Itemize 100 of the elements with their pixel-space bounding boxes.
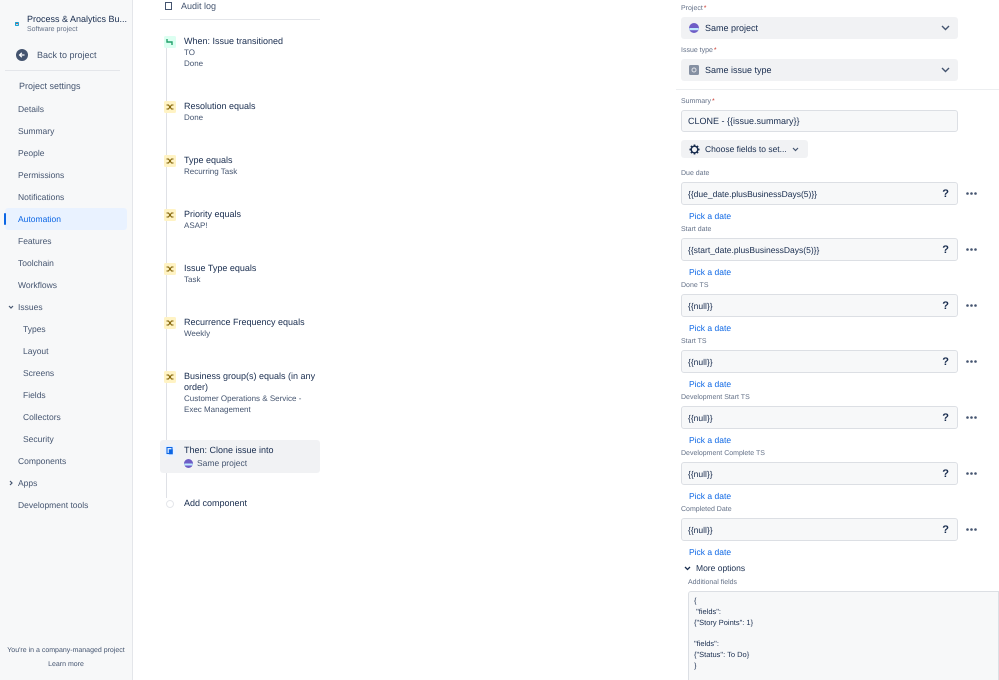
- date-input[interactable]: {{due_date.plusBusinessDays(5)}} ?: [681, 182, 958, 205]
- date-input[interactable]: {{start_date.plusBusinessDays(5)}} ?: [681, 238, 958, 261]
- nav-subitem[interactable]: Collectors: [5, 406, 127, 428]
- nav-item[interactable]: Toolchain: [5, 252, 127, 274]
- more-icon[interactable]: [966, 360, 977, 363]
- date-input[interactable]: {{null}} ?: [681, 294, 958, 317]
- step-title: Type equals: [184, 155, 234, 166]
- summary-input[interactable]: CLONE - {{issue.summary}}: [681, 110, 958, 132]
- more-icon[interactable]: [966, 416, 977, 419]
- chevron-down-icon: [792, 146, 799, 152]
- nav-item[interactable]: Workflows: [5, 274, 127, 296]
- help-icon[interactable]: ?: [942, 188, 949, 200]
- step-title: Resolution equals: [184, 101, 256, 112]
- globe-icon: [689, 23, 699, 33]
- circle-icon: [166, 500, 174, 508]
- chevron-down-icon: [941, 67, 950, 73]
- step-detail: Done: [184, 112, 204, 123]
- pick-a-date-link[interactable]: Pick a date: [689, 547, 732, 559]
- more-options-toggle[interactable]: More options: [684, 563, 999, 573]
- condition-step[interactable]: Priority equals ASAP!: [160, 206, 320, 260]
- trigger-step[interactable]: When: Issue transitioned TO Done: [160, 33, 320, 98]
- step-detail: ASAP!: [184, 220, 209, 231]
- chevron-down-icon: [941, 25, 950, 31]
- shuffle-icon: [164, 317, 176, 329]
- help-icon[interactable]: ?: [942, 524, 949, 536]
- help-icon[interactable]: ?: [942, 468, 949, 480]
- back-arrow-icon: [16, 49, 28, 61]
- nav-item[interactable]: Issues: [5, 296, 127, 318]
- step-title: When: Issue transitioned: [184, 36, 284, 47]
- condition-step[interactable]: Recurrence Frequency equals Weekly: [160, 314, 320, 368]
- project-name: Same project: [197, 458, 248, 468]
- copy-icon: [164, 445, 176, 457]
- action-step[interactable]: Then: Clone issue into Same project: [160, 440, 320, 473]
- more-icon[interactable]: [966, 304, 977, 307]
- chevron-icon: [8, 480, 14, 486]
- nav-subitem[interactable]: Screens: [5, 362, 127, 384]
- condition-step[interactable]: Resolution equals Done: [160, 98, 320, 152]
- nav-subitem[interactable]: Fields: [5, 384, 127, 406]
- audit-log-link[interactable]: Audit log: [181, 0, 216, 10]
- help-icon[interactable]: ?: [942, 412, 949, 424]
- issue-type-icon: [689, 65, 699, 75]
- pick-a-date-link[interactable]: Pick a date: [689, 435, 732, 447]
- shuffle-icon: [164, 209, 176, 221]
- nav-item[interactable]: Notifications: [5, 186, 127, 208]
- project-name: Process & Analytics Bu...: [26, 14, 127, 24]
- step-detail: Done: [184, 58, 204, 69]
- nav-item[interactable]: Development tools: [5, 494, 127, 516]
- globe-icon: [184, 458, 193, 468]
- select-field[interactable]: Same project: [681, 17, 958, 39]
- help-icon[interactable]: ?: [942, 300, 949, 312]
- nav-item[interactable]: Components: [5, 450, 127, 472]
- shuffle-icon: [164, 371, 176, 383]
- shuffle-icon: [164, 155, 176, 167]
- nav-subitem[interactable]: Security: [5, 428, 127, 450]
- trigger-icon: [164, 36, 176, 48]
- add-step[interactable]: Add component: [160, 495, 320, 512]
- nav-item[interactable]: Features: [5, 230, 127, 252]
- step-title: Issue Type equals: [184, 263, 256, 274]
- nav-subitem[interactable]: Types: [5, 318, 127, 340]
- more-icon[interactable]: [966, 528, 977, 531]
- nav-item[interactable]: People: [5, 142, 127, 164]
- nav-item[interactable]: Permissions: [5, 164, 127, 186]
- date-input[interactable]: {{null}} ?: [681, 518, 958, 541]
- chevron-icon: [684, 566, 691, 570]
- pick-a-date-link[interactable]: Pick a date: [689, 323, 732, 335]
- pick-a-date-link[interactable]: Pick a date: [689, 379, 732, 391]
- shuffle-icon: [164, 263, 176, 275]
- help-icon[interactable]: ?: [942, 244, 949, 256]
- step-title: Recurrence Frequency equals: [184, 317, 305, 328]
- condition-step[interactable]: Type equals Recurring Task: [160, 152, 320, 206]
- step-title: Add component: [184, 498, 248, 509]
- step-detail: Recurring Task: [184, 166, 238, 177]
- step-title: Business group(s) equals (in any order): [184, 371, 316, 393]
- section-title: Project settings: [18, 80, 82, 93]
- nav-item[interactable]: Details: [5, 98, 127, 120]
- document-icon: [165, 2, 172, 10]
- more-icon[interactable]: [966, 192, 977, 195]
- choose-fields-button[interactable]: Choose fields to set...: [681, 140, 808, 158]
- step-title: Priority equals: [184, 209, 242, 220]
- nav-subitem[interactable]: Layout: [5, 340, 127, 362]
- more-icon[interactable]: [966, 248, 977, 251]
- back-to-project-link[interactable]: Back to project: [5, 47, 127, 63]
- pick-a-date-link[interactable]: Pick a date: [689, 267, 732, 279]
- nav-item[interactable]: Summary: [5, 120, 127, 142]
- date-input[interactable]: {{null}} ?: [681, 350, 958, 373]
- pick-a-date-link[interactable]: Pick a date: [689, 211, 732, 223]
- shuffle-icon: [164, 101, 176, 113]
- select-field[interactable]: Same issue type: [681, 59, 958, 81]
- date-input[interactable]: {{null}} ?: [681, 406, 958, 429]
- help-icon[interactable]: ?: [942, 356, 949, 368]
- more-icon[interactable]: [966, 472, 977, 475]
- step-detail: Customer Operations & Service - Exec Management: [184, 393, 302, 415]
- condition-step[interactable]: Issue Type equals Task: [160, 260, 320, 314]
- step-title: Then: Clone issue into: [184, 445, 274, 456]
- nav-item[interactable]: Automation: [5, 208, 127, 230]
- pick-a-date-link[interactable]: Pick a date: [689, 491, 732, 503]
- date-input[interactable]: {{null}} ?: [681, 462, 958, 485]
- step-detail: TO: [184, 47, 196, 58]
- nav-item[interactable]: Apps: [5, 472, 127, 494]
- step-detail: Task: [184, 274, 202, 285]
